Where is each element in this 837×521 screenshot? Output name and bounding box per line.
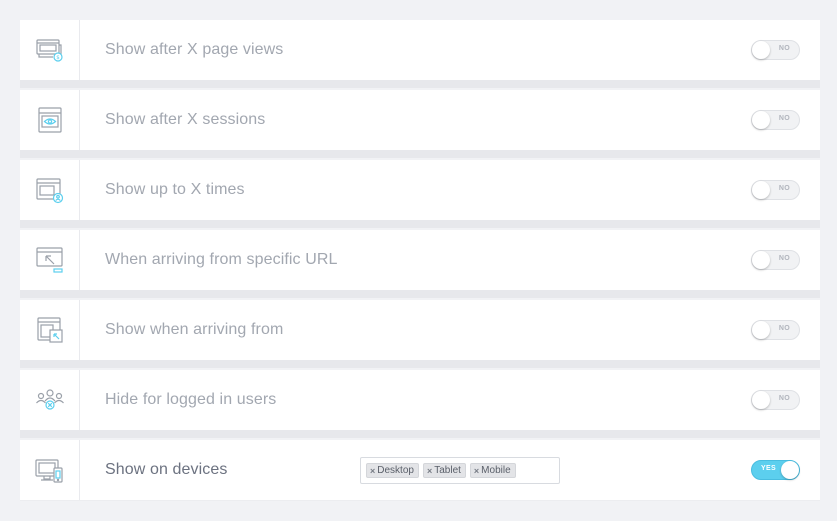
rule-label: Show on devices <box>105 461 228 478</box>
rule-label: Hide for logged in users <box>105 391 277 408</box>
device-tag-label: Tablet <box>434 465 461 476</box>
toggle-state: YES <box>761 465 776 472</box>
page-views-toggle[interactable]: NO <box>751 40 800 60</box>
specific-url-toggle[interactable]: NO <box>751 250 800 270</box>
toggle-knob <box>752 391 770 409</box>
logged-in-toggle[interactable]: NO <box>751 390 800 410</box>
rule-icon-cell <box>20 90 80 150</box>
arriving-from-toggle[interactable]: NO <box>751 320 800 340</box>
toggle-state: NO <box>778 185 790 192</box>
rule-row-up-to-times: Show up to X times NO <box>20 160 820 228</box>
users-icon <box>35 389 64 410</box>
toggle-knob <box>752 251 770 269</box>
up-to-times-toggle[interactable]: NO <box>751 180 800 200</box>
browser-coin-icon: $ <box>35 39 63 62</box>
remove-tag-icon[interactable]: × <box>370 466 375 476</box>
browser-arrow-icon <box>36 317 63 343</box>
devices-icon <box>34 459 63 483</box>
browser-user-icon <box>35 178 63 204</box>
remove-tag-icon[interactable]: × <box>474 466 479 476</box>
rule-row-specific-url: When arriving from specific URL NO <box>20 230 820 298</box>
toggle-knob <box>781 461 799 479</box>
rule-row-logged-in: Hide for logged in users NO <box>20 370 820 438</box>
toggle-state: NO <box>778 255 790 262</box>
devices-select[interactable]: × Desktop × Tablet × Mobile <box>360 457 560 484</box>
toggle-knob <box>752 111 770 129</box>
device-tag-mobile: × Mobile <box>469 463 516 478</box>
rule-label: Show up to X times <box>105 181 245 198</box>
toggle-state: NO <box>778 45 790 52</box>
rule-row-page-views: $ Show after X page views NO <box>20 20 820 88</box>
toggle-knob <box>752 181 770 199</box>
rule-icon-cell <box>20 230 80 290</box>
svg-text:$: $ <box>56 55 60 61</box>
toggle-state: NO <box>778 395 790 402</box>
rule-icon-cell <box>20 440 80 500</box>
device-tag-desktop: × Desktop <box>366 463 419 478</box>
browser-eye-icon <box>37 107 62 133</box>
toggle-state: NO <box>778 325 790 332</box>
rule-label: Show when arriving from <box>105 321 284 338</box>
sessions-toggle[interactable]: NO <box>751 110 800 130</box>
devices-toggle[interactable]: YES <box>751 460 800 480</box>
rule-row-devices: Show on devices × Desktop × Tablet × Mob… <box>20 440 820 500</box>
toggle-knob <box>752 41 770 59</box>
device-tag-label: Desktop <box>377 465 414 476</box>
toggle-state: NO <box>778 115 790 122</box>
rule-label: Show after X sessions <box>105 111 266 128</box>
rule-icon-cell <box>20 160 80 220</box>
rule-icon-cell: $ <box>20 20 80 80</box>
url-arrow-icon <box>35 247 63 273</box>
rule-icon-cell <box>20 370 80 430</box>
device-tag-label: Mobile <box>481 465 511 476</box>
device-tag-tablet: × Tablet <box>422 463 466 478</box>
rule-row-sessions: Show after X sessions NO <box>20 90 820 158</box>
remove-tag-icon[interactable]: × <box>427 466 432 476</box>
rule-icon-cell <box>20 300 80 360</box>
rule-label: When arriving from specific URL <box>105 251 338 268</box>
toggle-knob <box>752 321 770 339</box>
rule-label: Show after X page views <box>105 41 284 58</box>
rule-row-arriving-from: Show when arriving from NO <box>20 300 820 368</box>
